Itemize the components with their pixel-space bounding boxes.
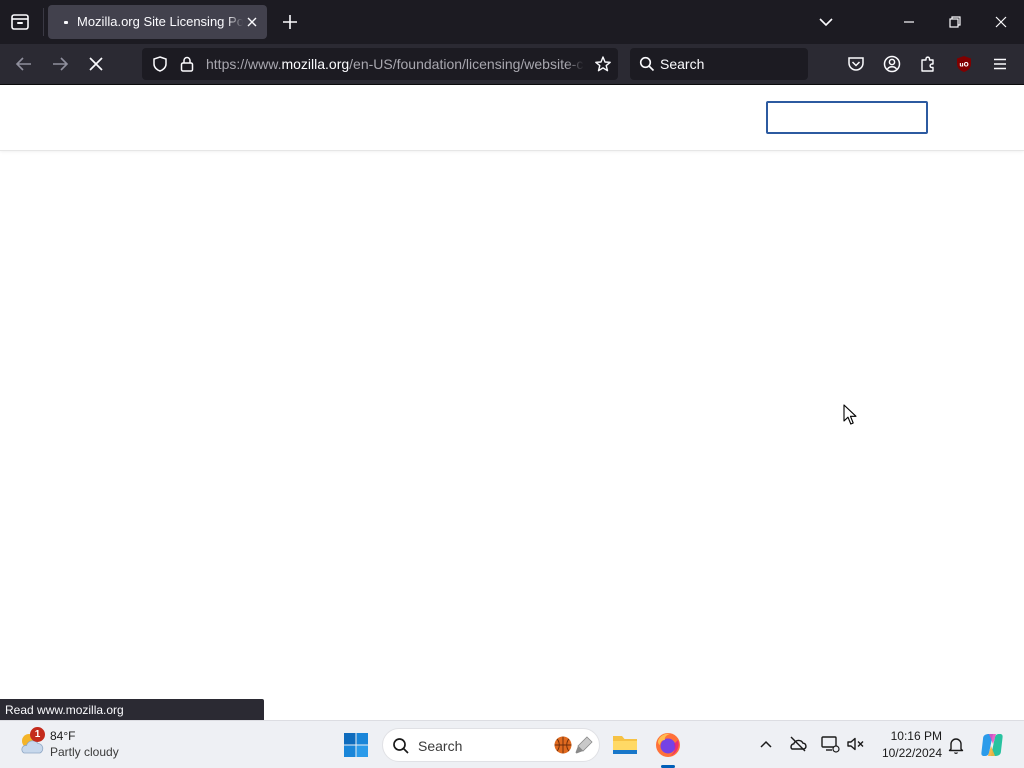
tab-active[interactable]: Mozilla.org Site Licensing Policies xyxy=(48,5,267,39)
restore-icon xyxy=(949,16,961,28)
window-close-button[interactable] xyxy=(990,12,1012,32)
puzzle-icon xyxy=(921,56,934,72)
list-all-tabs-button[interactable] xyxy=(816,12,836,32)
search-bar[interactable]: Search xyxy=(630,48,808,80)
address-bar[interactable]: https://www.mozilla.org/en-US/foundation… xyxy=(142,48,618,80)
ublock-origin-button[interactable]: uO xyxy=(954,54,974,74)
navigation-toolbar: https://www.mozilla.org/en-US/foundation… xyxy=(0,44,1024,85)
bookmark-star-button[interactable] xyxy=(594,55,612,73)
weather-temperature: 84°F xyxy=(50,729,76,743)
account-icon xyxy=(883,55,901,73)
tab-close-button[interactable] xyxy=(244,14,260,30)
pocket-button[interactable] xyxy=(846,54,866,74)
onedrive-offline-icon xyxy=(790,736,807,752)
site-info-button[interactable] xyxy=(179,55,195,73)
url-text[interactable]: https://www.mozilla.org/en-US/foundation… xyxy=(206,56,584,74)
app-menu-button[interactable] xyxy=(990,54,1010,74)
window-restore-button[interactable] xyxy=(944,12,966,32)
display-tray-button[interactable] xyxy=(820,734,840,754)
taskbar-search-box[interactable]: Search xyxy=(382,728,600,762)
taskbar-search-placeholder: Search xyxy=(418,738,463,754)
svg-text:uO: uO xyxy=(959,62,968,69)
extensions-button[interactable] xyxy=(918,54,938,74)
windows-logo-icon xyxy=(344,733,368,757)
site-search-input[interactable] xyxy=(766,101,928,134)
chevron-up-icon xyxy=(760,740,772,748)
basketball-icon xyxy=(554,736,572,754)
status-panel: Read www.mozilla.org xyxy=(0,699,264,720)
minimize-icon xyxy=(904,21,914,23)
copilot-button[interactable] xyxy=(978,731,1006,759)
shield-icon xyxy=(153,56,167,72)
tracking-protection-button[interactable] xyxy=(151,55,169,73)
stop-loading-button[interactable] xyxy=(84,53,108,75)
account-button[interactable] xyxy=(882,54,902,74)
clock-date[interactable]: 10/22/2024 xyxy=(870,746,942,760)
new-tab-button[interactable] xyxy=(280,12,300,32)
url-prefix: https://www. xyxy=(206,56,282,72)
start-button[interactable] xyxy=(343,732,369,758)
show-hidden-icons-button[interactable] xyxy=(757,735,775,753)
forward-button[interactable] xyxy=(48,53,72,75)
pocket-icon xyxy=(848,57,864,71)
stop-icon xyxy=(89,57,103,71)
tab-separator xyxy=(43,8,44,36)
firefox-view-icon xyxy=(11,14,29,30)
search-icon xyxy=(639,56,655,72)
weather-description: Partly cloudy xyxy=(50,745,119,759)
arrow-left-icon xyxy=(15,57,31,71)
chevron-down-icon xyxy=(819,18,833,27)
firefox-view-button[interactable] xyxy=(8,11,32,33)
site-header xyxy=(0,85,1024,151)
speaker-muted-icon xyxy=(847,737,864,751)
mouse-cursor-icon xyxy=(843,404,859,426)
back-button[interactable] xyxy=(12,53,36,75)
plus-icon xyxy=(283,15,297,29)
clock-time[interactable]: 10:16 PM xyxy=(878,729,942,743)
ublock-icon: uO xyxy=(957,56,971,72)
loading-dot-icon xyxy=(64,21,68,24)
close-icon xyxy=(995,16,1007,28)
file-explorer-button[interactable] xyxy=(611,731,639,757)
notifications-button[interactable] xyxy=(947,735,965,755)
weather-alert-badge: 1 xyxy=(30,727,45,742)
window-minimize-button[interactable] xyxy=(898,12,920,32)
volume-tray-button[interactable] xyxy=(846,735,866,753)
tab-title: Mozilla.org Site Licensing Policies xyxy=(77,14,243,32)
firefox-logo-icon xyxy=(656,733,680,757)
star-icon xyxy=(595,56,611,72)
cricket-bat-icon xyxy=(575,736,593,754)
folder-icon xyxy=(613,736,637,754)
onedrive-tray-button[interactable] xyxy=(788,735,808,753)
firefox-taskbar-button[interactable] xyxy=(654,731,682,759)
close-icon xyxy=(247,17,257,27)
bell-icon xyxy=(948,738,964,755)
arrow-right-icon xyxy=(53,57,69,71)
hamburger-menu-icon xyxy=(994,58,1006,70)
tab-strip: Mozilla.org Site Licensing Policies xyxy=(0,0,1024,44)
lock-icon xyxy=(180,56,194,72)
page-content xyxy=(0,85,1024,720)
url-host: mozilla.org xyxy=(281,56,350,72)
search-icon xyxy=(393,738,409,754)
search-placeholder: Search xyxy=(660,56,705,72)
monitor-icon xyxy=(821,736,840,753)
copilot-icon xyxy=(981,734,1003,756)
taskbar: 1 84°F Partly cloudy Search 10:16 PM 10/… xyxy=(0,720,1024,768)
url-path: /en-US/foundation/licensing/website-cont… xyxy=(349,56,584,72)
